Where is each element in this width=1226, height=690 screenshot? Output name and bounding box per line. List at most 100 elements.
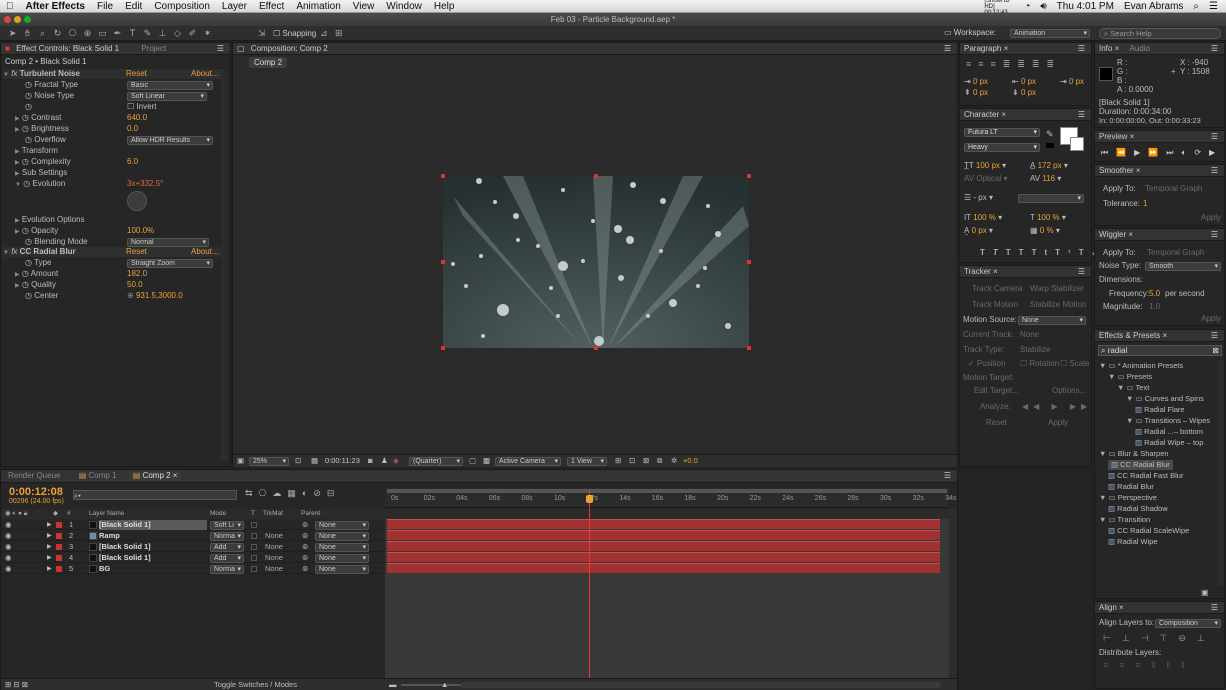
layer-duration-bar[interactable] <box>387 563 940 573</box>
effect-cc-radial-blur-header[interactable]: ▼ fx CC Radial Blur Reset About... <box>3 247 225 257</box>
time-ruler[interactable]: 0s02s04s06s08s10s12s14s16s18s20s22s24s26… <box>385 488 956 508</box>
faux-italic-icon[interactable]: T <box>993 248 1006 257</box>
toggle-switches-modes[interactable]: Toggle Switches / Modes <box>214 679 297 690</box>
expand-icon[interactable]: ▼ <box>3 72 9 78</box>
effect-item[interactable]: ▨ Radial Wipe – top <box>1135 438 1203 448</box>
region-icon[interactable]: ▢ <box>469 455 476 467</box>
center-value[interactable]: ⊕ 931.5,3000.0 <box>127 291 183 301</box>
expand-icon[interactable]: ▶ <box>15 218 20 224</box>
trkmat-select[interactable]: None <box>265 553 283 563</box>
playhead-handle[interactable] <box>586 495 593 503</box>
preserve-transparency[interactable] <box>251 566 257 572</box>
tab-comp-1[interactable]: ▤ Comp 1 <box>79 471 117 480</box>
stroke-color-swatch[interactable] <box>1070 137 1084 151</box>
tab-composition[interactable]: Composition: Comp 2 <box>251 44 328 53</box>
brush-tool-icon[interactable]: ✎ <box>141 28 154 39</box>
timeline-search-input[interactable]: ⌕▾ <box>73 490 237 500</box>
close-icon[interactable]: × <box>1001 44 1009 53</box>
motion-source-select[interactable]: None <box>1018 316 1086 325</box>
volume-icon[interactable]: 🔊︎ <box>1040 1 1046 12</box>
tab-project[interactable]: Project <box>141 44 166 53</box>
loop-icon[interactable]: ⟳ <box>1194 148 1209 157</box>
scale-checkbox[interactable]: ☐ Scale <box>1060 359 1089 369</box>
channel-icon[interactable]: ◈ <box>393 455 399 467</box>
menu-window[interactable]: Window <box>386 1 422 12</box>
stopwatch-icon[interactable]: ◷ <box>25 237 32 246</box>
smoother-apply-button[interactable]: Apply <box>1201 213 1221 223</box>
space-before[interactable]: ⇞ 0 px <box>964 88 988 98</box>
track-type-select[interactable]: Stabilize <box>1020 345 1050 355</box>
indent-right[interactable]: ⇤ 0 px <box>1012 77 1036 87</box>
effect-controls-scrollbar[interactable] <box>221 71 228 461</box>
align-top-edges-icon[interactable]: ⊤ <box>1160 633 1179 643</box>
align-bottom-edges-icon[interactable]: ⊥ <box>1197 633 1216 643</box>
tab-wiggler[interactable]: Wiggler <box>1099 230 1126 239</box>
timeline-timecode[interactable]: 0:00:12:08 <box>9 486 63 498</box>
effect-turbulent-noise-header[interactable]: ▼ fx Turbulent Noise Reset About... <box>3 69 225 79</box>
tab-render-queue[interactable]: Render Queue <box>8 471 60 480</box>
effect-item[interactable]: ▨ Radial Shadow <box>1108 504 1168 514</box>
tracker-apply-button[interactable]: Apply <box>1048 418 1068 428</box>
apple-icon[interactable]:  <box>6 1 14 12</box>
ram-preview-icon[interactable]: ▶ <box>1209 148 1223 157</box>
reset-link[interactable]: Reset <box>126 69 147 79</box>
dist-right-icon[interactable]: ‖ <box>1181 660 1196 670</box>
parent-select[interactable]: None <box>315 554 369 563</box>
stabilize-motion-button[interactable]: Stabilize Motion <box>1030 300 1086 310</box>
zoom-in-icon[interactable]: ▲ <box>441 679 448 690</box>
preset-folder[interactable]: ▼ ▭ Perspective <box>1099 493 1157 503</box>
preset-folder[interactable]: ▼ ▭ Curves and Spins <box>1126 394 1204 404</box>
layer-row[interactable]: ◉ ▶ 5 BG Norma None ⊚ None <box>1 564 385 574</box>
about-link[interactable]: About... <box>191 69 219 79</box>
stopwatch-icon[interactable]: ◷ <box>22 269 29 278</box>
effect-item[interactable]: ▨ Radial ...– bottom <box>1135 427 1203 437</box>
effects-scrollbar[interactable] <box>1218 360 1224 586</box>
layer-row[interactable]: ◉ ▶ 1 [Black Solid 1] Soft Li ⊚ None <box>1 520 385 530</box>
analyze-buttons[interactable]: ◀◀ ▶ ▶▶ <box>1022 402 1092 412</box>
magnitude-value[interactable]: 1.0 <box>1149 302 1160 312</box>
play-icon[interactable]: ▶ <box>1134 148 1148 157</box>
justify-left-icon[interactable]: ≣ <box>1003 59 1018 69</box>
menu-view[interactable]: View <box>353 1 375 12</box>
app-menu[interactable]: After Effects <box>26 1 85 12</box>
font-size-field[interactable]: T̲T 100 px ▾ <box>964 161 1006 171</box>
close-icon[interactable]: × <box>1134 166 1141 175</box>
first-frame-icon[interactable]: ⏮ <box>1101 148 1116 157</box>
panel-menu-icon[interactable]: ☰ <box>944 43 951 54</box>
fractal-type-select[interactable]: Basic <box>127 81 213 90</box>
fit-icon[interactable]: ⊡ <box>295 455 301 467</box>
exposure-icon[interactable]: ✲ <box>671 455 677 467</box>
parent-select[interactable]: None <box>315 532 369 541</box>
indent-first[interactable]: ⇥ 0 px <box>1060 77 1084 87</box>
layer-mode-select[interactable]: Add <box>210 543 244 552</box>
effect-item[interactable]: ▨ CC Radial ScaleWipe <box>1108 526 1189 536</box>
panel-menu-icon[interactable]: ☰ <box>1211 330 1218 341</box>
pen-tool-icon[interactable]: ✒︎ <box>111 28 124 39</box>
reset-link[interactable]: Reset <box>126 247 147 257</box>
eraser-tool-icon[interactable]: ◇ <box>171 28 184 39</box>
eye-icon[interactable]: ◉ <box>5 531 12 541</box>
eye-icon[interactable]: ◉ <box>5 564 12 574</box>
layer-duration-bar[interactable] <box>387 541 940 551</box>
fast-preview-icon[interactable]: ⊡ <box>629 455 635 467</box>
prop-sub-settings[interactable]: ▶ Sub Settings <box>15 168 67 178</box>
toggle-pixel-icon[interactable]: ⊞ <box>615 455 621 467</box>
current-track-select[interactable]: None <box>1020 330 1039 340</box>
zoom-select[interactable]: 25% <box>249 457 289 466</box>
eyedropper-icon[interactable]: ✎ <box>1046 129 1054 140</box>
fx-icon[interactable]: fx <box>11 247 17 256</box>
close-icon[interactable]: × <box>991 267 998 276</box>
zoom-window-icon[interactable] <box>24 16 31 23</box>
evolution-dial[interactable] <box>127 191 147 211</box>
options-button[interactable]: Options... <box>1052 386 1086 396</box>
tracker-reset-button[interactable]: Reset <box>986 418 1007 428</box>
menu-effect[interactable]: Effect <box>259 1 284 12</box>
stopwatch-icon[interactable]: ◷ <box>22 113 29 122</box>
rotate-tool-icon[interactable]: ↻ <box>51 28 64 39</box>
layer-name[interactable]: [Black Solid 1] <box>99 553 207 563</box>
preset-folder[interactable]: ▼ ▭ Presets <box>1108 372 1152 382</box>
handle-br[interactable] <box>747 346 751 350</box>
expand-icon[interactable]: ▶ <box>47 531 52 541</box>
clear-search-icon[interactable]: ⊠ <box>1212 346 1219 356</box>
warp-stabilizer-button[interactable]: Warp Stabilizer <box>1030 284 1084 294</box>
